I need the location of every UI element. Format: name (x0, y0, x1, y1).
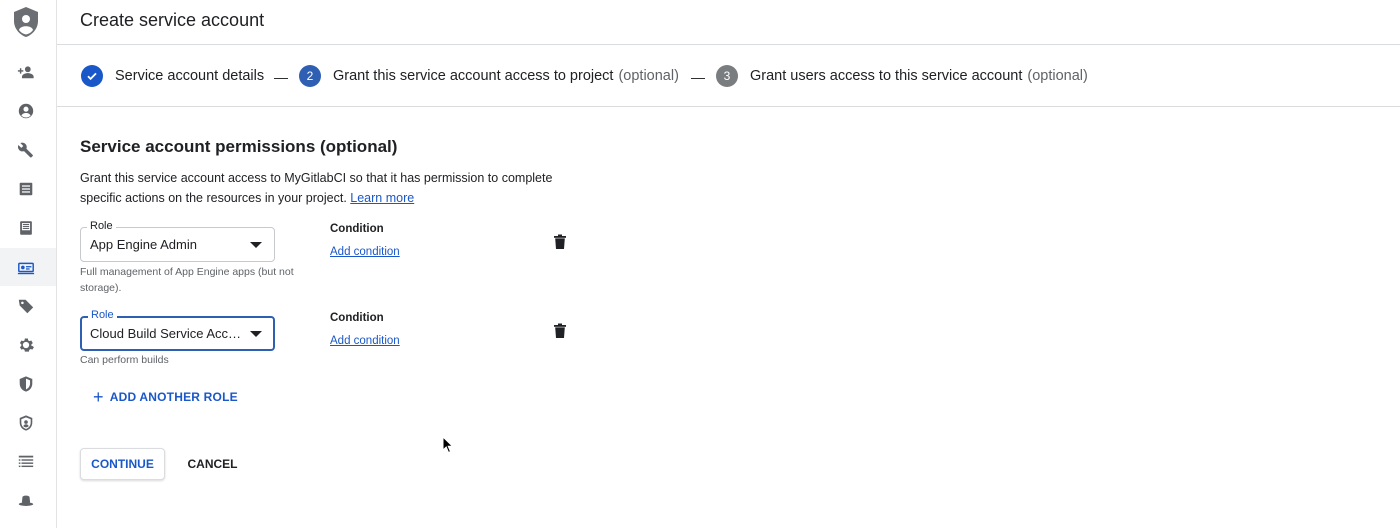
step-separator: — (691, 69, 705, 85)
continue-button[interactable]: CONTINUE (80, 448, 165, 480)
settings-gear-icon[interactable] (16, 335, 36, 355)
role-legend: Role (88, 309, 117, 321)
role-value: App Engine Admin (90, 237, 197, 252)
step-1-label: Service account details (115, 68, 265, 84)
step-3-number: 3 (716, 65, 738, 87)
add-condition-link-2[interactable]: Add condition (330, 335, 400, 347)
person-add-icon[interactable] (16, 62, 36, 82)
list-alt-icon[interactable] (16, 452, 36, 472)
delete-role-2-trash-icon[interactable] (553, 323, 567, 339)
role-select-1[interactable]: Role App Engine Admin (80, 220, 275, 262)
account-circle-icon[interactable] (16, 101, 36, 121)
service-account-icon[interactable] (16, 257, 36, 277)
learn-more-link[interactable]: Learn more (350, 191, 414, 205)
step-3-label: Grant users access to this service accou… (750, 68, 1023, 84)
step-2-number: 2 (299, 65, 321, 87)
role-value: Cloud Build Service Account (90, 326, 246, 341)
delete-role-1-trash-icon[interactable] (553, 234, 567, 250)
mouse-cursor-icon (442, 435, 454, 454)
role-legend: Role (87, 220, 116, 232)
dropdown-arrow-icon (250, 242, 262, 248)
dropdown-arrow-icon (250, 331, 262, 337)
section-title: Service account permissions (optional) (80, 137, 398, 156)
shield-logo-icon[interactable] (12, 6, 40, 38)
add-condition-link-1[interactable]: Add condition (330, 246, 400, 258)
condition-label-1: Condition (330, 223, 384, 235)
role-select-2[interactable]: Role Cloud Build Service Account (80, 309, 275, 351)
label-icon[interactable] (16, 296, 36, 316)
left-nav-rail (0, 0, 57, 528)
cancel-button[interactable]: CANCEL (180, 448, 245, 480)
wrench-icon[interactable] (16, 140, 36, 160)
step-separator: — (274, 69, 288, 85)
description-text: Grant this service account access to MyG… (80, 171, 553, 205)
step-1-service-account-details[interactable]: Service account details (81, 65, 264, 87)
list-icon[interactable] (16, 179, 36, 199)
add-another-role-label: ADD ANOTHER ROLE (109, 390, 238, 404)
step-2-label: Grant this service account access to pro… (333, 68, 614, 84)
stepper: Service account details — 2 Grant this s… (57, 45, 1400, 107)
step-2-grant-project-access[interactable]: 2 Grant this service account access to p… (299, 65, 679, 87)
role-help-text-1: Full management of App Engine apps (but … (80, 266, 294, 294)
condition-label-2: Condition (330, 312, 384, 324)
hat-icon[interactable] (16, 491, 36, 511)
section-description: Grant this service account access to MyG… (80, 168, 580, 208)
page-title: Create service account (80, 10, 265, 30)
storage-icon[interactable] (16, 218, 36, 238)
step-3-grant-users-access[interactable]: 3 Grant users access to this service acc… (716, 65, 1088, 87)
step-2-optional: (optional) (618, 68, 679, 84)
plus-icon: + (93, 387, 104, 407)
privacy-shield-icon[interactable] (16, 413, 36, 433)
step-3-optional: (optional) (1027, 68, 1088, 84)
add-another-role-button[interactable]: + ADD ANOTHER ROLE (93, 387, 238, 407)
role-help-text-2: Can perform builds (80, 354, 169, 366)
check-icon (81, 65, 103, 87)
page-header: Create service account (57, 0, 1400, 45)
security-shield-icon[interactable] (16, 374, 36, 394)
